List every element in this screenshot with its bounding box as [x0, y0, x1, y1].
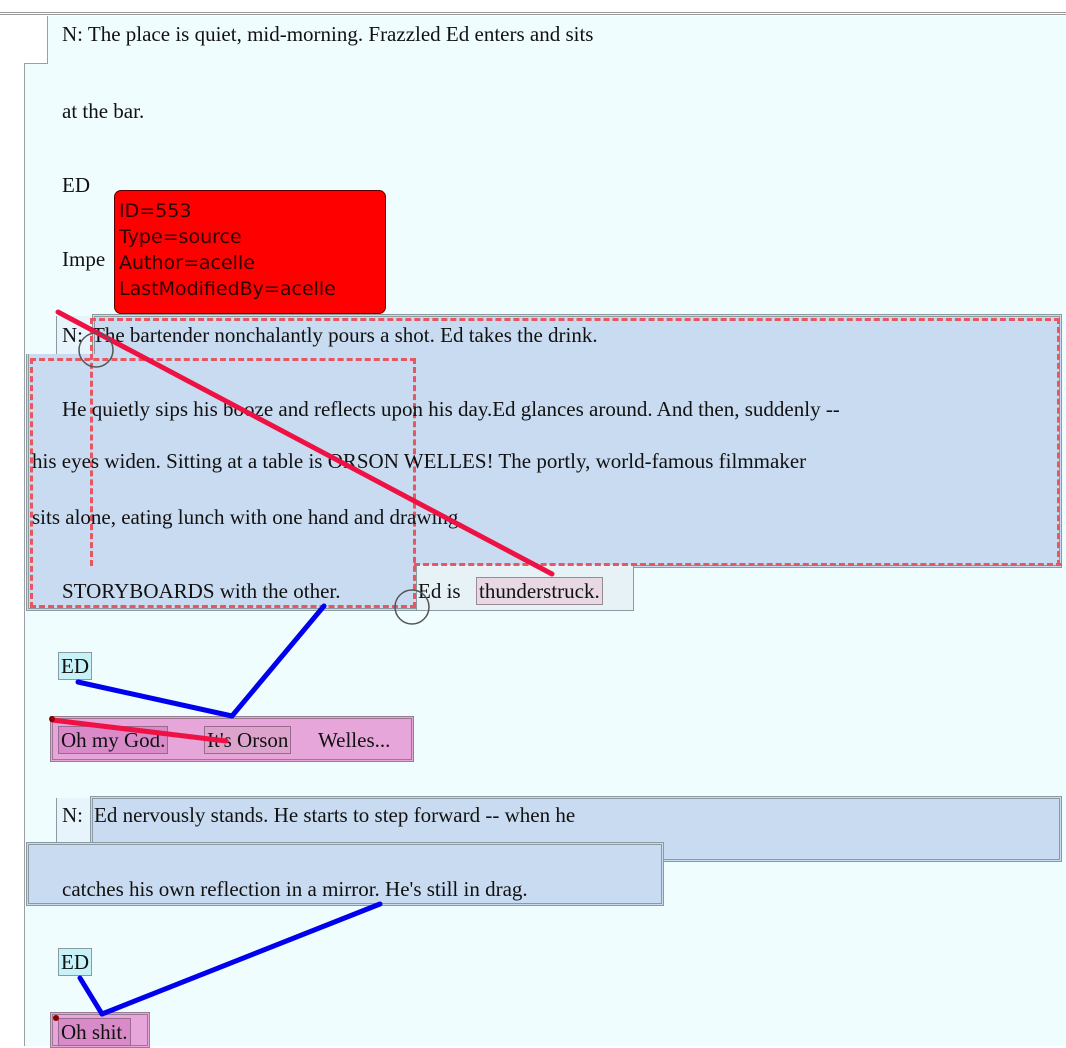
target-link-line-3: [99, 901, 383, 1017]
tooltip-type: Type=source: [119, 226, 242, 248]
tooltip-last-modified: LastModifiedBy=acelle: [119, 278, 336, 300]
tooltip-id: ID=553: [119, 200, 192, 222]
annotation-links-overlay: [49, 309, 555, 1021]
target-link-line-4: [77, 975, 105, 1017]
link-endpoint: [49, 716, 55, 722]
target-link-line-1: [229, 603, 327, 719]
anchor-circle-2: [394, 589, 430, 625]
target-link-line-2: [75, 679, 235, 719]
annotation-tooltip: ID=553 Type=source Author=acelle LastMod…: [114, 190, 386, 314]
source-link-line-2: [49, 717, 229, 744]
anchor-circle-1: [78, 332, 114, 368]
source-link-line: [55, 309, 555, 577]
tooltip-author: Author=acelle: [119, 252, 255, 274]
link-endpoint-2: [53, 1015, 59, 1021]
